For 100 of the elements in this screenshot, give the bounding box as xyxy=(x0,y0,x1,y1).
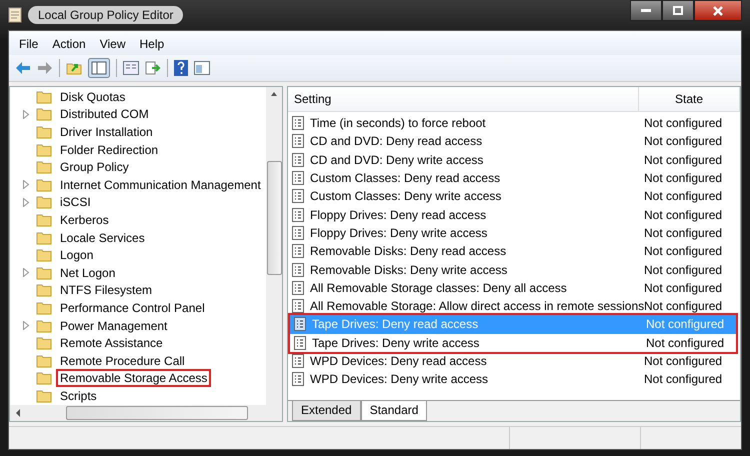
expand-arrow-icon[interactable] xyxy=(22,198,30,207)
console-icon[interactable] xyxy=(194,61,210,75)
view-tab[interactable]: Extended xyxy=(292,401,361,421)
tree-item[interactable]: Disk Quotas xyxy=(10,88,266,106)
setting-row[interactable]: Custom Classes: Deny write access Not configured xyxy=(288,187,740,206)
setting-icon xyxy=(294,317,306,332)
pane-toggle-icon[interactable] xyxy=(88,58,110,78)
tree-item[interactable]: Remote Procedure Call xyxy=(10,352,266,370)
view-tab[interactable]: Standard xyxy=(360,401,428,421)
tree-item[interactable]: Group Policy xyxy=(10,158,266,176)
forward-arrow-icon[interactable] xyxy=(37,61,53,75)
setting-row[interactable]: Removable Disks: Deny read access Not configured xyxy=(288,242,740,260)
close-button[interactable] xyxy=(694,0,742,21)
window-title: Local Group Policy Editor xyxy=(28,6,184,24)
menu-item[interactable]: Action xyxy=(46,36,92,52)
tree-label: Logon xyxy=(59,247,94,264)
horizontal-scrollbar[interactable] xyxy=(10,405,266,421)
folder-icon xyxy=(36,107,52,122)
expand-arrow-icon[interactable] xyxy=(22,180,30,190)
setting-icon xyxy=(292,116,304,130)
back-arrow-icon[interactable] xyxy=(15,61,31,75)
column-header[interactable]: State xyxy=(639,87,740,111)
setting-state: Not configured xyxy=(643,244,722,258)
setting-icon xyxy=(292,372,304,386)
setting-row[interactable]: Time (in seconds) to force reboot Not configured xyxy=(288,114,740,132)
setting-icon xyxy=(292,226,304,240)
setting-name: CD and DVD: Deny read access xyxy=(310,134,482,148)
tree-item[interactable]: Net Logon xyxy=(10,264,266,282)
tree-item[interactable]: Logon xyxy=(10,246,266,264)
help-icon[interactable] xyxy=(174,60,188,76)
tree-item[interactable]: Removable Storage Access xyxy=(10,370,266,388)
setting-row[interactable]: CD and DVD: Deny read access Not configured xyxy=(288,132,740,151)
tree-item[interactable]: NTFS Filesystem xyxy=(10,282,266,300)
setting-name: Floppy Drives: Deny read access xyxy=(310,208,486,222)
setting-state: Not configured xyxy=(643,372,722,386)
folder-icon xyxy=(36,160,52,174)
menu-item[interactable]: Help xyxy=(134,36,170,52)
folder-up-icon[interactable] xyxy=(66,61,82,75)
setting-name: All Removable Storage classes: Deny all access xyxy=(310,280,567,295)
properties-icon[interactable] xyxy=(123,61,139,75)
setting-name: Custom Classes: Deny read access xyxy=(310,171,500,186)
export-icon[interactable] xyxy=(145,61,161,75)
folder-icon xyxy=(36,318,52,333)
tree-item[interactable]: Driver Installation xyxy=(10,123,266,141)
vertical-scrollbar[interactable] xyxy=(266,87,282,405)
minimize-icon xyxy=(641,8,651,12)
menu-item[interactable]: View xyxy=(94,36,132,52)
setting-icon xyxy=(292,262,304,277)
expand-arrow-icon[interactable] xyxy=(22,268,30,278)
setting-row[interactable]: All Removable Storage: Allow direct access in remote sessionsNot configured xyxy=(288,296,740,316)
setting-icon xyxy=(292,280,304,295)
tree-label: Folder Redirection xyxy=(59,142,160,159)
tree-label: Remote Assistance xyxy=(59,335,164,352)
tree-item[interactable]: Locale Services xyxy=(10,228,266,246)
setting-row[interactable]: WPD Devices: Deny read access Not configured xyxy=(288,352,740,370)
tree-label: Locale Services xyxy=(59,230,146,247)
tree-item[interactable]: Power Management xyxy=(10,316,266,334)
setting-row[interactable]: Custom Classes: Deny read access Not configured xyxy=(288,168,740,188)
setting-row[interactable]: Floppy Drives: Deny write access Not configured xyxy=(288,224,740,242)
tree-label: Performance Control Panel xyxy=(59,300,206,317)
tree-item[interactable]: Kerberos xyxy=(10,211,266,229)
menu-item[interactable]: File xyxy=(13,36,44,52)
maximize-button[interactable] xyxy=(662,0,694,21)
minimize-button[interactable] xyxy=(630,0,662,21)
tree-label: Kerberos xyxy=(59,212,110,229)
setting-icon xyxy=(294,336,306,350)
folder-icon xyxy=(36,212,52,227)
setting-state: Not configured xyxy=(643,208,722,222)
setting-row[interactable]: WPD Devices: Deny write access Not configured xyxy=(288,370,740,388)
setting-name: Floppy Drives: Deny write access xyxy=(310,226,488,240)
setting-icon xyxy=(292,189,304,204)
setting-name: Custom Classes: Deny write access xyxy=(310,189,502,204)
setting-row[interactable]: All Removable Storage classes: Deny all access Not configured xyxy=(288,278,740,297)
tree-item[interactable]: Scripts xyxy=(10,387,266,405)
folder-icon xyxy=(36,124,52,139)
setting-state: Not configured xyxy=(643,189,722,204)
setting-row[interactable]: Tape Drives: Deny write access Not configured xyxy=(290,334,736,352)
tree-item[interactable]: iSCSI xyxy=(10,194,266,212)
folder-icon xyxy=(36,354,52,368)
tree-item[interactable]: Distributed COM xyxy=(10,106,266,124)
tree-item[interactable]: Performance Control Panel xyxy=(10,299,266,317)
setting-row[interactable]: CD and DVD: Deny write access Not configured xyxy=(288,150,740,169)
tree-item[interactable]: Remote Assistance xyxy=(10,334,266,352)
tree-label: Scripts xyxy=(59,388,98,405)
folder-icon xyxy=(36,388,52,403)
folder-icon xyxy=(36,142,52,157)
expand-arrow-icon[interactable] xyxy=(22,321,30,330)
folder-icon xyxy=(36,248,52,262)
tree-label: Internet Communication Management xyxy=(59,176,262,194)
tree-item[interactable]: Internet Communication Management xyxy=(10,176,266,194)
setting-name: Time (in seconds) to force reboot xyxy=(310,116,486,130)
tree-item[interactable]: Folder Redirection xyxy=(10,140,266,158)
expand-arrow-icon[interactable] xyxy=(22,110,30,119)
folder-icon xyxy=(36,178,52,192)
column-header[interactable]: Setting xyxy=(288,87,639,111)
setting-row[interactable]: Removable Disks: Deny write access Not configured xyxy=(288,260,740,279)
setting-icon xyxy=(292,171,304,186)
tree-label: Driver Installation xyxy=(59,124,154,141)
setting-row[interactable]: Floppy Drives: Deny read access Not configured xyxy=(288,205,740,224)
maximize-icon xyxy=(673,6,683,15)
